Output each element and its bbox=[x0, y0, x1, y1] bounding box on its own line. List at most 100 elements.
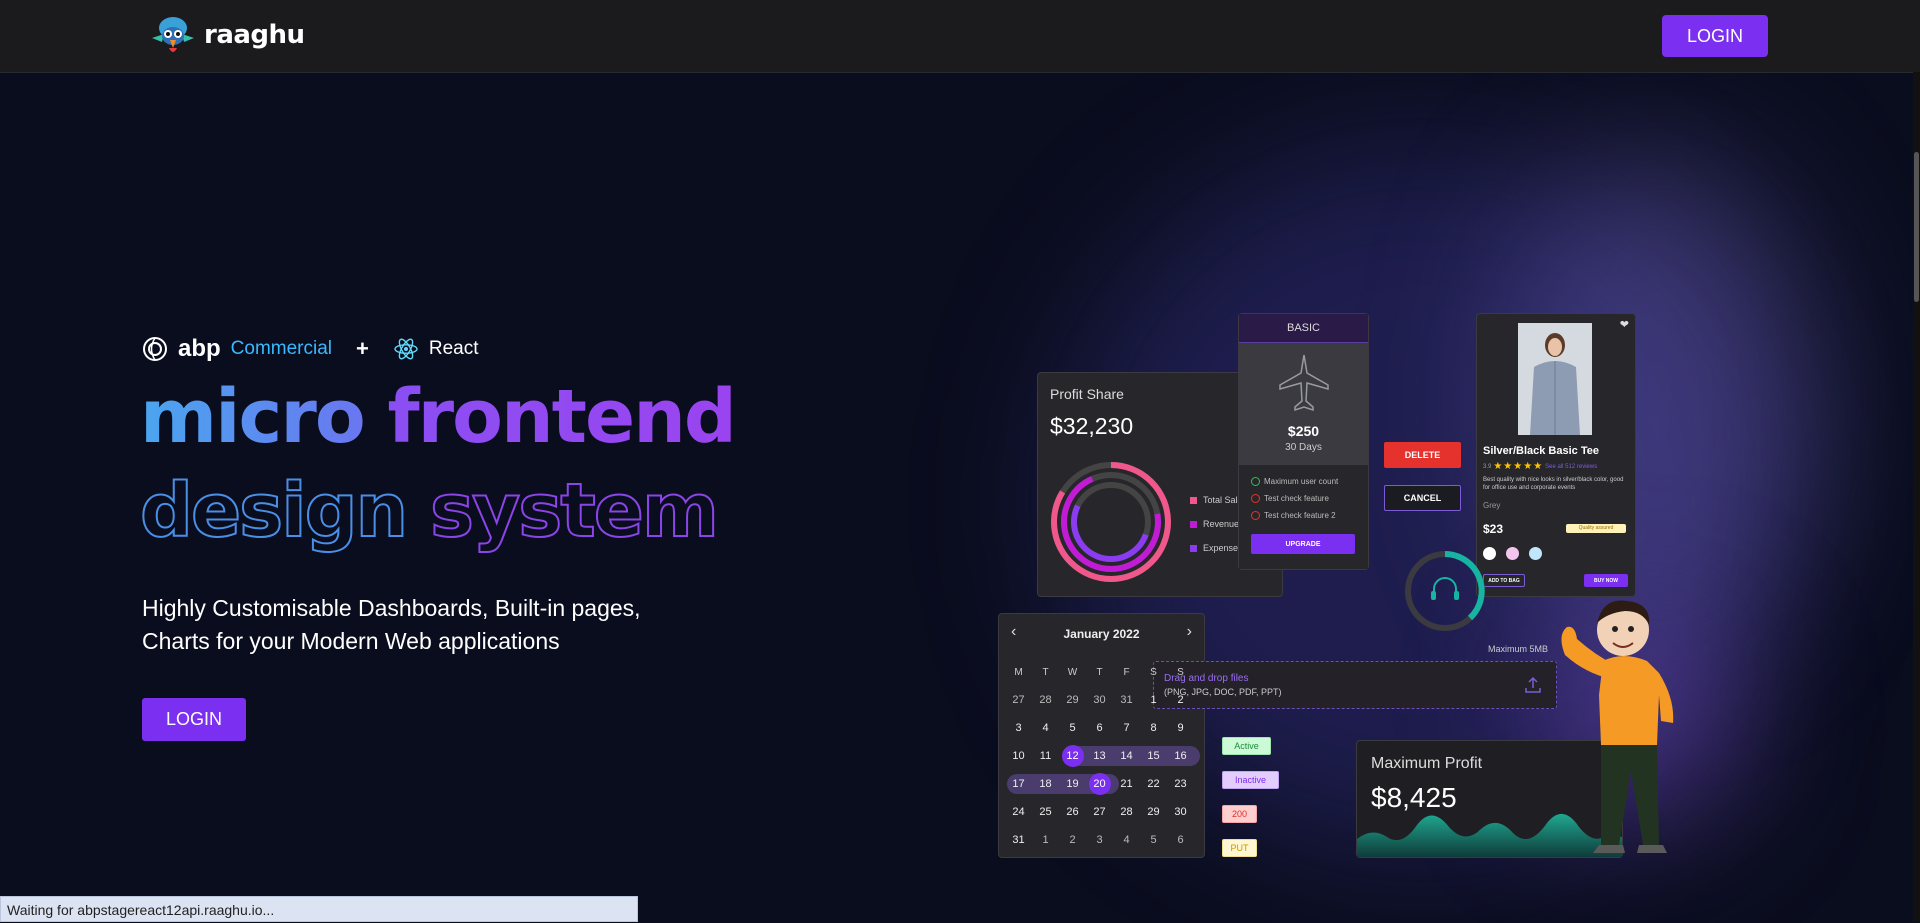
cartoon-man-illustration bbox=[1561, 600, 1674, 853]
calendar-day[interactable]: 8 bbox=[1140, 722, 1167, 734]
weekday-label: T bbox=[1042, 666, 1049, 678]
card-title: Profit Share bbox=[1050, 386, 1124, 402]
calendar-day[interactable]: 28 bbox=[1032, 694, 1059, 706]
status-badge-put: PUT bbox=[1222, 839, 1257, 857]
calendar-day[interactable]: 10 bbox=[1005, 750, 1032, 762]
plan-period: 30 Days bbox=[1285, 442, 1322, 453]
calendar-month: January 2022 bbox=[1063, 627, 1140, 641]
weekday-label: S bbox=[1177, 666, 1184, 678]
calendar-day[interactable]: 29 bbox=[1059, 694, 1086, 706]
calendar-day[interactable]: 6 bbox=[1167, 834, 1194, 846]
color-swatch[interactable] bbox=[1506, 547, 1519, 560]
page-scrollbar[interactable] bbox=[1913, 72, 1920, 922]
subtitle-line: Highly Customisable Dashboards, Built-in… bbox=[142, 595, 641, 621]
calendar-day[interactable]: 13 bbox=[1086, 750, 1113, 762]
calendar-day[interactable]: 19 bbox=[1059, 778, 1086, 790]
buy-now-button[interactable]: BUY NOW bbox=[1584, 574, 1628, 587]
favorite-heart-icon[interactable]: ❤ bbox=[1620, 318, 1629, 331]
calendar-day[interactable]: 31 bbox=[1005, 834, 1032, 846]
headline-line-2: design system bbox=[139, 473, 720, 549]
plan-price: $250 bbox=[1287, 423, 1320, 439]
subtitle-line: Charts for your Modern Web applications bbox=[142, 628, 560, 654]
calendar-day[interactable]: 29 bbox=[1140, 806, 1167, 818]
status-badge-active: Active bbox=[1222, 737, 1271, 755]
calendar-day-selected-end[interactable]: 20 bbox=[1086, 773, 1113, 795]
calendar-day[interactable]: 1 bbox=[1140, 694, 1167, 706]
calendar-day[interactable]: 11 bbox=[1032, 750, 1059, 762]
react-logo-icon bbox=[394, 338, 418, 360]
calendar-day[interactable]: 30 bbox=[1167, 806, 1194, 818]
calendar-day[interactable]: 9 bbox=[1167, 722, 1194, 734]
calendar-day[interactable]: 5 bbox=[1140, 834, 1167, 846]
upgrade-button[interactable]: UPGRADE bbox=[1251, 534, 1355, 554]
calendar-day[interactable]: 23 bbox=[1167, 778, 1194, 790]
weekday-label: S bbox=[1150, 666, 1157, 678]
headline-word: micro bbox=[140, 374, 366, 460]
calendar-day[interactable]: 1 bbox=[1032, 834, 1059, 846]
product-title: Silver/Black Basic Tee bbox=[1483, 445, 1599, 457]
abp-logo-icon bbox=[143, 337, 167, 361]
add-to-bag-button[interactable]: ADD TO BAG bbox=[1483, 574, 1525, 587]
calendar-day[interactable]: 14 bbox=[1113, 750, 1140, 762]
hero-subtitle: Highly Customisable Dashboards, Built-in… bbox=[142, 592, 742, 658]
product-rating: 3.9 ★★★★★ See all 512 reviews bbox=[1483, 461, 1598, 472]
cancel-button[interactable]: CANCEL bbox=[1384, 485, 1461, 511]
cross-icon bbox=[1251, 511, 1260, 520]
calendar-day[interactable]: 27 bbox=[1005, 694, 1032, 706]
product-color: Grey bbox=[1483, 501, 1501, 510]
calendar-day[interactable]: 25 bbox=[1032, 806, 1059, 818]
product-card: ❤ Silver/Black Basic Tee 3.9 ★★★★★ See a… bbox=[1476, 313, 1636, 597]
feature-item: Test check feature bbox=[1251, 494, 1329, 503]
color-swatch[interactable] bbox=[1529, 547, 1542, 560]
calendar-day[interactable]: 15 bbox=[1140, 750, 1167, 762]
calendar-day[interactable]: 16 bbox=[1167, 750, 1194, 762]
top-navbar: raaghu LOGIN bbox=[0, 0, 1920, 73]
week-row: 17 18 19 20 21 22 23 bbox=[1005, 770, 1200, 798]
calendar-day[interactable]: 22 bbox=[1140, 778, 1167, 790]
calendar-day[interactable]: 2 bbox=[1059, 834, 1086, 846]
calendar-day[interactable]: 2 bbox=[1167, 694, 1194, 706]
calendar-day[interactable]: 31 bbox=[1113, 694, 1140, 706]
card-title: Maximum Profit bbox=[1371, 755, 1483, 772]
product-description: Best quality with nice looks in silver/b… bbox=[1483, 477, 1624, 491]
calendar-day[interactable]: 17 bbox=[1005, 778, 1032, 790]
scrollbar-thumb[interactable] bbox=[1914, 152, 1919, 302]
status-badge-inactive: Inactive bbox=[1222, 771, 1279, 789]
browser-status-bar: Waiting for abpstagereact12api.raaghu.io… bbox=[0, 896, 638, 922]
quality-badge: Quality assured bbox=[1566, 524, 1626, 533]
weekday-label: F bbox=[1123, 666, 1130, 678]
calendar-day-selected-start[interactable]: 12 bbox=[1059, 745, 1086, 767]
headset-support-icon bbox=[1405, 551, 1485, 631]
calendar-day[interactable]: 24 bbox=[1005, 806, 1032, 818]
upload-icon[interactable] bbox=[1524, 676, 1542, 694]
product-image bbox=[1518, 323, 1592, 435]
legend-item: Revenue bbox=[1190, 519, 1239, 529]
calendar-day[interactable]: 26 bbox=[1059, 806, 1086, 818]
brand-logo[interactable]: raaghu bbox=[150, 12, 305, 58]
delete-button[interactable]: DELETE bbox=[1384, 442, 1461, 468]
abp-commercial-label: Commercial bbox=[230, 338, 333, 359]
brand-name: raaghu bbox=[204, 20, 305, 50]
calendar-day[interactable]: 7 bbox=[1113, 722, 1140, 734]
weekday-label: T bbox=[1096, 666, 1103, 678]
login-button[interactable]: LOGIN bbox=[1662, 15, 1768, 57]
calendar-day[interactable]: 4 bbox=[1032, 722, 1059, 734]
calendar-day[interactable]: 28 bbox=[1113, 806, 1140, 818]
calendar-day[interactable]: 21 bbox=[1113, 778, 1140, 790]
calendar-day[interactable]: 6 bbox=[1086, 722, 1113, 734]
chevron-right-icon[interactable]: › bbox=[1187, 623, 1192, 641]
headline-line-1: micro frontend bbox=[140, 380, 737, 454]
calendar-day[interactable]: 30 bbox=[1086, 694, 1113, 706]
hero-login-button[interactable]: LOGIN bbox=[142, 698, 246, 741]
calendar-day[interactable]: 3 bbox=[1086, 834, 1113, 846]
file-drop-zone[interactable]: Drag and drop files (PNG, JPG, DOC, PDF,… bbox=[1153, 661, 1557, 709]
calendar-day[interactable]: 3 bbox=[1005, 722, 1032, 734]
headline-word: system bbox=[429, 468, 720, 554]
feature-item: Maximum user count bbox=[1251, 477, 1338, 486]
parrot-logo-icon bbox=[152, 17, 194, 52]
calendar-day[interactable]: 5 bbox=[1059, 722, 1086, 734]
calendar-day[interactable]: 27 bbox=[1086, 806, 1113, 818]
calendar-day[interactable]: 4 bbox=[1113, 834, 1140, 846]
product-price: $23 bbox=[1483, 522, 1504, 536]
calendar-day[interactable]: 18 bbox=[1032, 778, 1059, 790]
